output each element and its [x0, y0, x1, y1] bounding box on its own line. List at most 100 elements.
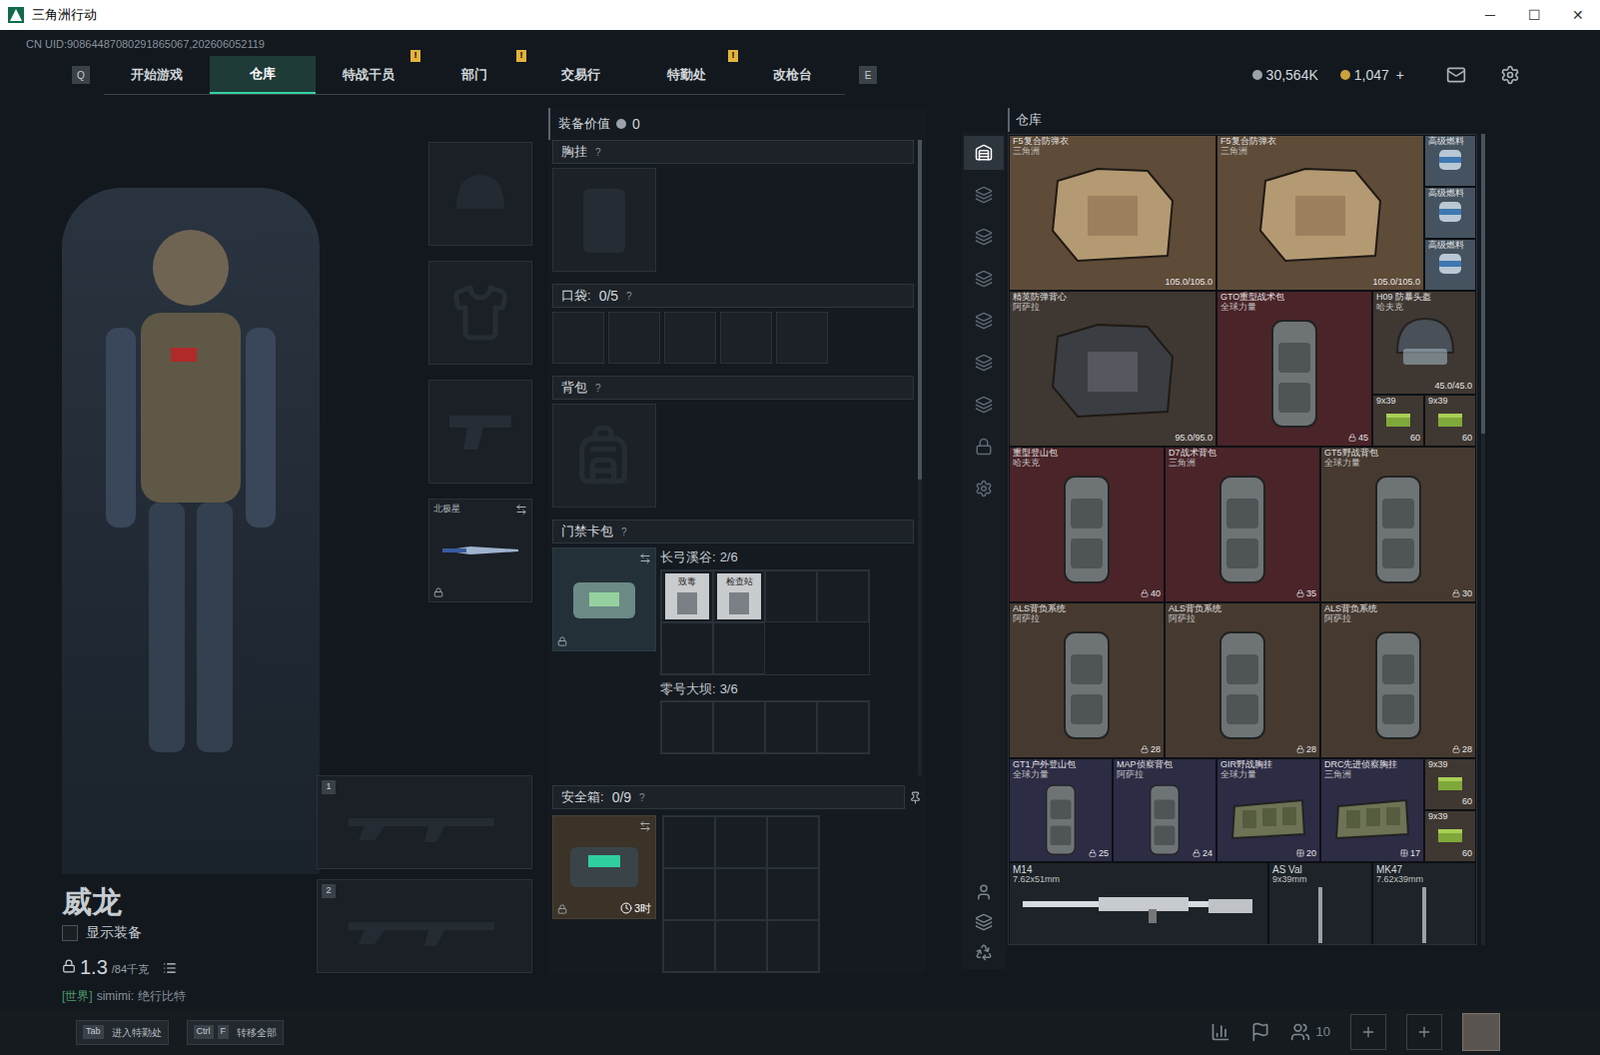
inventory-item[interactable]: ALS背负系统阿萨拉28: [1008, 602, 1165, 759]
inventory-item[interactable]: MAP侦察背包阿萨拉24: [1112, 758, 1217, 862]
swap-icon[interactable]: [515, 503, 528, 516]
helmet-slot[interactable]: [428, 141, 533, 246]
pocket-slot[interactable]: [720, 311, 773, 364]
checkbox[interactable]: [61, 924, 78, 941]
hint[interactable]: Tab进入特勤处: [75, 1019, 169, 1045]
inventory-item[interactable]: 重型登山包哈夫克40: [1008, 446, 1165, 603]
inventory-item[interactable]: 精英防弹背心阿萨拉95.0/95.0: [1008, 290, 1217, 447]
inventory-item[interactable]: ALS背负系统阿萨拉28: [1164, 602, 1321, 759]
safe-box[interactable]: 3时: [552, 814, 657, 919]
mail-icon[interactable]: [1446, 64, 1467, 85]
inventory-item[interactable]: D7战术背包三角洲35: [1164, 446, 1321, 603]
window-control[interactable]: ✕: [1556, 4, 1600, 26]
pin-icon[interactable]: [908, 791, 922, 804]
keycard[interactable]: 致毒: [665, 573, 710, 620]
backpack-slot[interactable]: [552, 403, 657, 508]
inventory-item[interactable]: GT5野战背包全球力量30: [1320, 446, 1477, 603]
inventory-item[interactable]: AS Val9x39mm: [1268, 861, 1373, 945]
inventory-item[interactable]: 9x3960: [1424, 394, 1477, 447]
inventory-item[interactable]: MK477.62x39mm: [1372, 861, 1477, 945]
nav-tab[interactable]: 特战干员!: [315, 55, 422, 94]
scrollbar[interactable]: [1481, 133, 1486, 945]
friends[interactable]: 10: [1290, 1021, 1331, 1042]
settings-icon[interactable]: [1500, 64, 1521, 85]
nav-tab[interactable]: 改枪台: [739, 55, 845, 94]
inventory-item[interactable]: 高级燃料: [1424, 134, 1477, 187]
inventory-item[interactable]: GT1户外登山包全球力量25: [1008, 758, 1113, 862]
keycard-slot[interactable]: [816, 570, 869, 623]
keycard-slot[interactable]: [661, 622, 714, 675]
inventory-item[interactable]: 9x3960: [1424, 809, 1477, 862]
safe-slot[interactable]: [715, 815, 768, 868]
nav-tab[interactable]: 交易行: [527, 55, 634, 94]
safe-slot[interactable]: [715, 919, 768, 972]
keycard-slot[interactable]: [816, 701, 869, 754]
keycard-slot[interactable]: 检查站: [713, 570, 766, 623]
keycard-case[interactable]: [552, 547, 657, 652]
window-control[interactable]: ─: [1468, 4, 1513, 26]
keycard-slot[interactable]: [765, 701, 817, 754]
operator-icon[interactable]: [974, 882, 993, 901]
warehouse-tab[interactable]: [963, 261, 1004, 296]
nav-tab[interactable]: 部门!: [421, 55, 528, 94]
swap-icon[interactable]: [639, 552, 652, 565]
keycard-slot[interactable]: [661, 701, 714, 754]
swap-icon[interactable]: [639, 819, 652, 832]
sort-icon[interactable]: [974, 942, 993, 961]
inventory-item[interactable]: F5复合防弹衣三角洲105.0/105.0: [1216, 134, 1425, 291]
inventory-item[interactable]: 9x3960: [1372, 394, 1425, 447]
show-equipment-toggle[interactable]: 显示装备: [61, 921, 320, 943]
inventory-item[interactable]: F5复合防弹衣三角洲105.0/105.0: [1008, 134, 1217, 291]
safe-slot[interactable]: [663, 919, 716, 972]
warehouse-tab[interactable]: [963, 345, 1004, 380]
warehouse-tab[interactable]: [963, 219, 1004, 254]
pocket-slot[interactable]: [776, 311, 828, 364]
nav-tab[interactable]: 特勤处!: [633, 55, 740, 94]
chest-rig-slot[interactable]: [552, 167, 657, 272]
nav-tab[interactable]: 开始游戏: [103, 55, 210, 94]
pocket-slot[interactable]: [664, 311, 717, 364]
pocket-slot[interactable]: [608, 311, 661, 364]
inventory-item[interactable]: 高级燃料: [1424, 186, 1477, 239]
hint[interactable]: CtrlF转移全部: [186, 1019, 285, 1045]
nav-tab[interactable]: 仓库: [209, 55, 316, 94]
safe-slot[interactable]: [715, 867, 768, 920]
safe-slot[interactable]: [767, 815, 819, 868]
pistol-slot[interactable]: [428, 379, 533, 484]
warehouse-tab[interactable]: [963, 387, 1004, 422]
keycard[interactable]: 检查站: [717, 573, 762, 620]
keycard-slot[interactable]: [765, 570, 817, 623]
keycard-slot[interactable]: 致毒: [661, 570, 714, 623]
inventory-item[interactable]: DRC先进侦察胸挂三角洲17: [1320, 758, 1425, 862]
pocket-slot[interactable]: [552, 311, 605, 364]
safe-slot[interactable]: [767, 867, 819, 920]
armor-slot[interactable]: [428, 260, 533, 365]
add-slot[interactable]: [1406, 1013, 1443, 1050]
safe-slot[interactable]: [663, 815, 716, 868]
knife-slot[interactable]: 北极星: [428, 498, 533, 603]
flag-icon[interactable]: [1250, 1021, 1271, 1042]
add-slot[interactable]: [1350, 1013, 1387, 1050]
warehouse-tab[interactable]: [963, 429, 1004, 464]
scrollbar[interactable]: [917, 139, 922, 776]
inventory-item[interactable]: ALS背负系统阿萨拉28: [1320, 602, 1477, 759]
inventory-item[interactable]: 9x3960: [1424, 758, 1477, 810]
inventory-item[interactable]: GIR野战胸挂全球力量20: [1216, 758, 1321, 862]
stats-icon[interactable]: [1210, 1021, 1231, 1042]
inventory-item[interactable]: GTO重型战术包全球力量45: [1216, 290, 1373, 447]
warehouse-tab[interactable]: [963, 303, 1004, 338]
safe-slot[interactable]: [767, 919, 819, 972]
inventory-item[interactable]: 高级燃料: [1424, 238, 1477, 291]
inventory-item[interactable]: M147.62x51mm: [1008, 861, 1269, 945]
warehouse-tab[interactable]: [963, 135, 1004, 170]
warehouse-tab[interactable]: [963, 177, 1004, 212]
safe-slot[interactable]: [663, 867, 716, 920]
weapon-slot[interactable]: 1: [316, 775, 533, 869]
weapon-slot[interactable]: 2: [316, 878, 533, 973]
keycard-slot[interactable]: [713, 701, 766, 754]
inventory-item[interactable]: H09 防暴头盔哈夫克45.0/45.0: [1372, 290, 1477, 395]
stack-icon[interactable]: [974, 912, 993, 931]
window-control[interactable]: ☐: [1512, 4, 1557, 26]
warehouse-tab[interactable]: [963, 471, 1004, 506]
keycard-slot[interactable]: [713, 622, 766, 675]
